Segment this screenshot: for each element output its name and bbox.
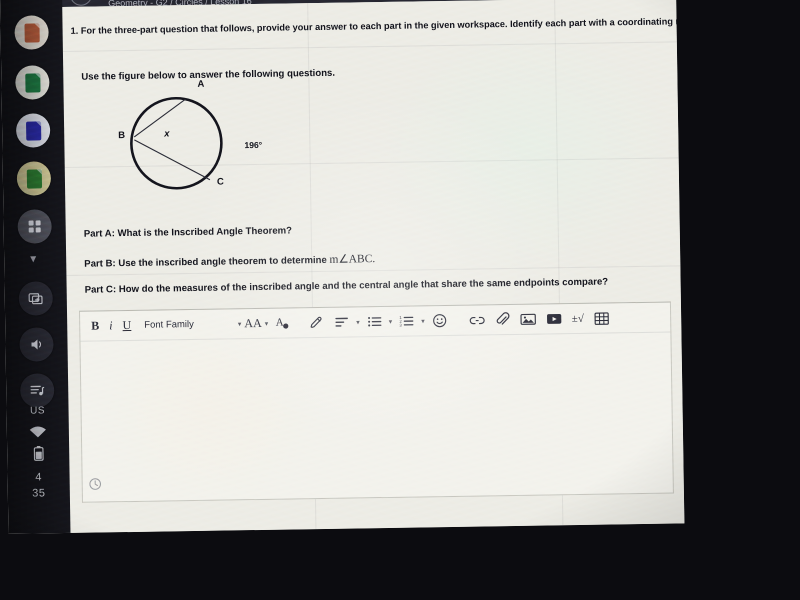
part-a-text: Part A: What is the Inscribed Angle Theo…: [83, 225, 293, 240]
table-icon: [594, 311, 609, 325]
slides-app-icon[interactable]: [15, 113, 51, 148]
figure-label-x: x: [164, 128, 170, 140]
wifi-glyph: [29, 426, 46, 438]
question-prompt: 1. For the three-part question that foll…: [70, 15, 685, 36]
answer-editor[interactable]: B i U Font Family ▾ AA ▾ A ▾ ▾ 1 2 3 ▾ ±…: [78, 301, 674, 503]
playlist-glyph: [30, 385, 45, 396]
sheets-app-icon[interactable]: [15, 65, 50, 100]
circle-outline: [130, 96, 223, 190]
photograph-of-screen: ▾ US 4 35 Geometry - G2 / Circles / Less…: [0, 0, 800, 600]
clock-icon[interactable]: [89, 477, 102, 495]
font-size-button[interactable]: AA: [243, 312, 263, 334]
part-b-prefix: Part B: Use the inscribed angle theorem …: [84, 254, 330, 270]
text-color-button[interactable]: A: [270, 312, 294, 334]
image-button[interactable]: [515, 308, 541, 330]
text-color-icon: A: [276, 317, 289, 329]
clock-hour[interactable]: 4: [8, 471, 70, 484]
numbered-list-icon: 123: [399, 315, 414, 328]
italic-button[interactable]: i: [104, 315, 118, 337]
font-size-caret-left-icon[interactable]: ▾: [236, 320, 244, 328]
circle-figure-svg: [130, 96, 223, 190]
figure-label-b: B: [118, 130, 126, 142]
part-c-text: Part C: How do the measures of the inscr…: [84, 276, 609, 296]
wifi-icon[interactable]: [7, 425, 69, 444]
svg-text:A: A: [276, 317, 284, 329]
chord-ba: [133, 98, 186, 138]
screen-capture-glyph: [28, 292, 43, 304]
bulleted-list-caret-icon[interactable]: ▾: [387, 317, 395, 325]
classroom-glyph: [26, 168, 42, 189]
assignment-page: 1. For the three-part question that foll…: [62, 0, 684, 533]
align-left-icon: [335, 317, 348, 327]
video-icon: [546, 313, 561, 324]
answer-textarea[interactable]: [80, 333, 672, 500]
figure-label-c: C: [216, 176, 224, 188]
docs-glyph: [23, 22, 40, 43]
circle-inscribed-angle-diagram: A B C x 196°: [103, 79, 295, 202]
battery-glyph: [33, 445, 44, 461]
chromebook-screen: ▾ US 4 35 Geometry - G2 / Circles / Less…: [0, 0, 685, 534]
link-icon: [469, 316, 485, 324]
align-button[interactable]: [329, 311, 354, 333]
emoji-icon: [432, 314, 446, 328]
bulleted-list-button[interactable]: [362, 310, 387, 332]
align-caret-icon[interactable]: ▾: [354, 318, 362, 326]
sheets-glyph: [24, 72, 41, 93]
image-icon: [520, 313, 536, 325]
numbered-list-caret-icon[interactable]: ▾: [419, 317, 427, 325]
equation-button[interactable]: ±√: [567, 307, 589, 329]
font-size-caret-right-icon[interactable]: ▾: [263, 319, 271, 327]
video-button[interactable]: [541, 308, 567, 330]
clock-minute[interactable]: 35: [8, 487, 70, 500]
classroom-app-icon[interactable]: [16, 161, 52, 196]
figure-arc-measure: 196°: [244, 139, 263, 151]
attachment-button[interactable]: [490, 308, 515, 330]
guide-line: [62, 41, 677, 53]
part-b-text: Part B: Use the inscribed angle theorem …: [84, 252, 375, 272]
battery-icon[interactable]: [7, 445, 69, 467]
font-family-select[interactable]: Font Family: [136, 313, 202, 336]
link-button[interactable]: [464, 309, 490, 331]
volume-icon[interactable]: [19, 327, 54, 362]
apps-grid-glyph: [28, 220, 41, 233]
bold-button[interactable]: B: [86, 315, 104, 337]
highlighter-button[interactable]: [304, 311, 329, 333]
clock-glyph: [89, 478, 102, 490]
part-b-math: m∠ABC.: [329, 253, 376, 266]
screen-capture-icon[interactable]: [18, 281, 54, 316]
shelf-expand-chevron-down-icon[interactable]: ▾: [30, 251, 36, 265]
volume-glyph: [31, 339, 42, 350]
underline-button[interactable]: U: [117, 314, 136, 336]
highlighter-icon: [310, 316, 322, 328]
chromeos-shelf[interactable]: ▾ US 4 35: [0, 0, 72, 534]
docs-app-icon[interactable]: [14, 15, 49, 50]
bulleted-list-icon: [367, 317, 381, 327]
apps-grid-icon[interactable]: [17, 209, 52, 244]
playlist-icon[interactable]: [19, 373, 55, 408]
slides-glyph: [25, 120, 41, 141]
svg-text:3: 3: [400, 323, 403, 328]
numbered-list-button[interactable]: 123: [394, 310, 419, 332]
paperclip-icon: [496, 312, 510, 325]
table-button[interactable]: [589, 307, 614, 329]
emoji-button[interactable]: [427, 309, 452, 331]
figure-label-a: A: [197, 78, 205, 90]
keyboard-layout-indicator[interactable]: US: [6, 405, 68, 417]
